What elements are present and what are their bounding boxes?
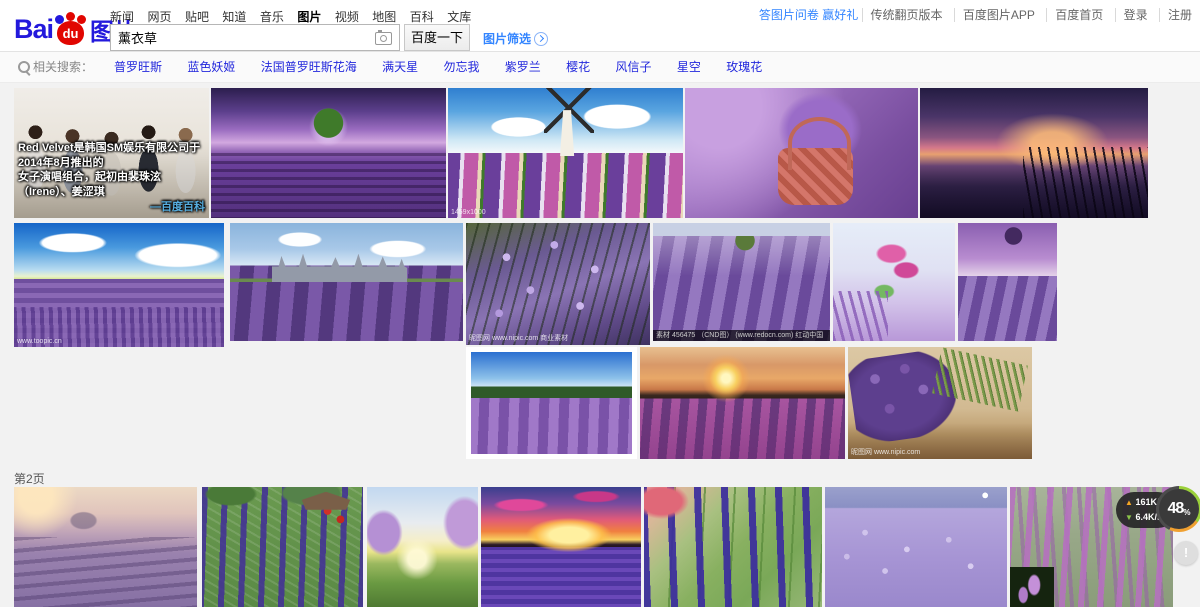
top-nav: 新闻 网页 贴吧 知道 音乐 图片 视频 地图 百科 文库	[110, 8, 480, 22]
result-image-misty-dawn-lavender[interactable]	[14, 487, 197, 607]
search-input[interactable]	[111, 25, 380, 50]
result-image-salvia-macro-red[interactable]	[644, 487, 822, 607]
result-image-butterflies-art[interactable]	[833, 223, 955, 341]
result-image-lavender-bouquet-bench[interactable]: 昵图网 www.nipic.com	[848, 347, 1032, 459]
related-search-label: 相关搜索：	[33, 52, 93, 82]
result-image-purple-trees-sunglow[interactable]	[367, 487, 478, 607]
result-image-redvelvet-baike-card[interactable]: Red Velvet是韩国SM娱乐有限公司于2014年8月推出的 女子演唱组合，…	[14, 88, 209, 218]
result-image-windmill-flower-rows[interactable]: 1459x1000	[448, 88, 683, 218]
result-image-lavender-macro[interactable]: 昵图网 www.nipic.com 商业素材	[466, 223, 650, 345]
header: Bai du 图片 新闻 网页 贴吧 知道 音乐 图片 视频 地图 百科 文库 …	[0, 0, 1200, 52]
related-term-10[interactable]: 玫瑰花	[726, 52, 762, 82]
related-terms: 普罗旺斯 蓝色妖姬 法国普罗旺斯花海 满天星 勿忘我 紫罗兰 樱花 风信子 星空…	[114, 52, 784, 82]
result-image-lavender-field-blue-sky[interactable]: www.toopic.cn	[14, 223, 224, 347]
watermark: www.toopic.cn	[17, 338, 62, 345]
page-2-label: 第2页	[14, 470, 45, 487]
baike-caption: Red Velvet是韩国SM娱乐有限公司于2014年8月推出的 女子演唱组合，…	[14, 139, 209, 218]
survey-promo-link[interactable]: 答图片问卷 赢好礼	[759, 8, 858, 22]
result-image-pale-lavender-field[interactable]	[825, 487, 1007, 607]
result-image-lavender-sunset-sky[interactable]	[920, 88, 1148, 218]
watermark: 昵图网 www.nipic.com	[851, 447, 920, 457]
related-term-4[interactable]: 满天星	[382, 52, 418, 82]
logo-text-du: du	[54, 26, 87, 41]
related-term-8[interactable]: 风信子	[616, 52, 652, 82]
chevron-right-icon	[534, 32, 548, 46]
nav-wenku[interactable]: 文库	[447, 8, 471, 25]
result-image-hot-air-balloon-lavender[interactable]	[958, 223, 1057, 341]
overlay-thumb[interactable]	[1010, 567, 1054, 607]
watermark-bar: 素材 456475 （CND图） (www.redocn.com) 红动中国	[653, 330, 830, 341]
related-term-3[interactable]: 法国普罗旺斯花海	[261, 52, 357, 82]
classic-version-link[interactable]: 传统翻页版本	[862, 8, 951, 22]
nav-baike[interactable]: 百科	[410, 8, 434, 25]
upload-arrow-icon: ▲	[1125, 498, 1133, 507]
result-image-lavender-rows-tree[interactable]: 素材 456475 （CND图） (www.redocn.com) 红动中国	[653, 223, 830, 341]
baike-caption-line2: 女子演唱组合，起初由裴珠泫（Irene）、姜涩琪	[18, 171, 161, 198]
nav-image-active[interactable]: 图片	[297, 8, 321, 25]
register-link[interactable]: 注册	[1159, 8, 1192, 22]
logo-text-bai: Bai	[14, 14, 53, 45]
nav-video[interactable]: 视频	[335, 8, 359, 25]
download-progress-badge[interactable]: 48%	[1156, 486, 1200, 532]
watermark: 1459x1000	[451, 209, 486, 216]
nav-news[interactable]: 新闻	[110, 8, 134, 25]
baike-caption-line1: Red Velvet是韩国SM娱乐有限公司于2014年8月推出的	[18, 142, 200, 169]
nav-web[interactable]: 网页	[147, 8, 171, 25]
baike-source: —百度百科	[18, 200, 205, 215]
image-filter-label: 图片筛选	[483, 30, 531, 47]
related-search-bar: 相关搜索： 普罗旺斯 蓝色妖姬 法国普罗旺斯花海 满天星 勿忘我 紫罗兰 樱花 …	[0, 52, 1200, 83]
baidu-home-link[interactable]: 百度首页	[1046, 8, 1111, 22]
progress-value: 48	[1168, 500, 1184, 518]
download-arrow-icon: ▼	[1125, 513, 1133, 522]
search-box	[110, 24, 400, 51]
baidu-image-search-page: { "header": { "logo": {"bai": "Bai", "du…	[0, 0, 1200, 593]
result-image-framed-lavender-treeline[interactable]	[466, 347, 637, 459]
notice-button[interactable]: !	[1174, 541, 1198, 565]
result-image-lavender-basket[interactable]	[685, 88, 918, 218]
result-image-salvia-garden[interactable]	[202, 487, 363, 607]
search-submit-button[interactable]: 百度一下	[404, 24, 470, 51]
login-link[interactable]: 登录	[1115, 8, 1156, 22]
image-filter-link[interactable]: 图片筛选	[483, 30, 548, 47]
result-image-lavender-field-sunrise[interactable]	[640, 347, 845, 459]
progress-percent: 48%	[1156, 486, 1200, 532]
account-links: 答图片问卷 赢好礼 传统翻页版本 百度图片APP 百度首页 登录 注册	[759, 6, 1192, 23]
related-term-6[interactable]: 紫罗兰	[505, 52, 541, 82]
related-term-5[interactable]: 勿忘我	[443, 52, 479, 82]
nav-map[interactable]: 地图	[372, 8, 396, 25]
watermark: 昵图网 www.nipic.com 商业素材	[469, 333, 568, 343]
baidu-paw-icon: du	[54, 13, 87, 46]
related-term-1[interactable]: 普罗旺斯	[114, 52, 162, 82]
nav-zhidao[interactable]: 知道	[222, 8, 246, 25]
nav-music[interactable]: 音乐	[260, 8, 284, 25]
related-term-2[interactable]: 蓝色妖姬	[187, 52, 235, 82]
related-term-7[interactable]: 樱花	[566, 52, 590, 82]
percent-sign: %	[1183, 508, 1190, 517]
nav-tieba[interactable]: 贴吧	[185, 8, 209, 25]
related-term-9[interactable]: 星空	[677, 52, 701, 82]
result-image-castle-lavender-field[interactable]	[230, 223, 463, 341]
camera-search-icon[interactable]	[375, 32, 392, 45]
result-image-vivid-sunset-lavender[interactable]	[481, 487, 641, 607]
search-icon	[18, 61, 30, 73]
baidu-image-app-link[interactable]: 百度图片APP	[954, 8, 1043, 22]
result-image-lone-tree-purple-sky[interactable]	[211, 88, 446, 218]
